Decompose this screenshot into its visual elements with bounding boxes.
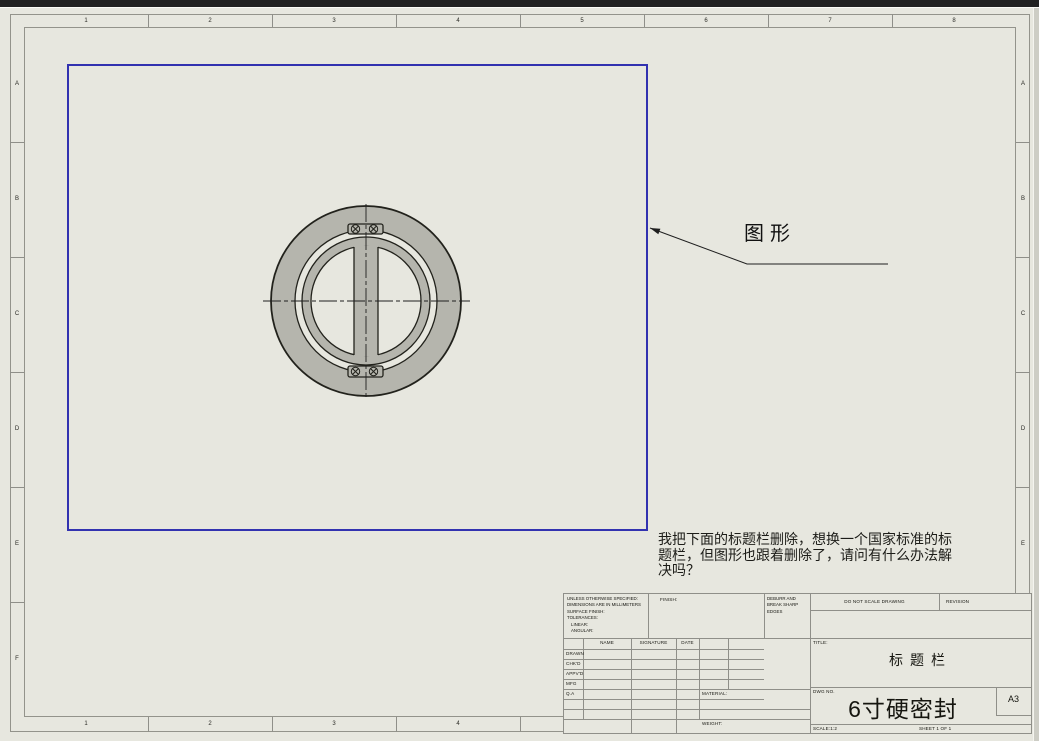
material-label: MATERIAL: — [702, 691, 728, 696]
zone-tick — [520, 14, 521, 27]
question-note[interactable]: 我把下面的标题栏删除，想换一个国家标准的标 题栏，但图形也跟着删除了，请问有什么… — [658, 531, 952, 579]
title-value[interactable]: 标题栏 — [810, 650, 1031, 670]
deburr-note: DEBURR AND BREAK SHARP EDGES — [767, 596, 799, 614]
table-header-signature: SIGNATURE — [639, 640, 668, 645]
zone-label-right-a: A — [1020, 81, 1026, 87]
zone-label-top-3: 3 — [332, 18, 336, 24]
zone-label-top-2: 2 — [208, 18, 212, 24]
zone-tick — [272, 14, 273, 27]
zone-label-right-b: B — [1020, 196, 1026, 202]
zone-label-top-4: 4 — [456, 18, 460, 24]
zone-tick — [10, 257, 24, 258]
table-row-drawn: DRAWN — [566, 651, 584, 656]
window-right-edge — [1034, 8, 1039, 741]
part-drawing-svg — [263, 204, 470, 399]
sheet-label: SHEET 1 OF 1 — [919, 726, 952, 731]
zone-label-left-e: E — [14, 541, 20, 547]
zone-label-right-c: C — [1020, 311, 1026, 317]
zone-tick — [768, 14, 769, 27]
zone-label-top-8: 8 — [952, 18, 956, 24]
zone-label-left-b: B — [14, 196, 20, 202]
zone-label-top-1: 1 — [84, 18, 88, 24]
cad-drawing-sheet: { "colors": { "paper": "#e7e7df", "part_… — [0, 0, 1039, 741]
zone-label-bottom-3: 3 — [332, 721, 336, 727]
finish-label: FINISH: — [660, 597, 678, 602]
zone-tick — [1016, 487, 1030, 488]
do-not-scale-label: DO NOT SCALE DRAWING — [844, 599, 905, 604]
zone-tick — [396, 717, 397, 732]
question-note-line: 我把下面的标题栏删除，想换一个国家标准的标 — [658, 531, 952, 547]
question-note-line: 题栏，但图形也跟着删除了，请问有什么办法解 — [658, 546, 952, 563]
table-row-mfg: MFG — [566, 681, 577, 686]
zone-label-left-f: F — [15, 656, 19, 662]
dwg-no-value[interactable]: 6寸硬密封 — [810, 690, 996, 724]
zone-label-left-a: A — [14, 81, 20, 87]
zone-tick — [10, 372, 24, 373]
zone-label-top-5: 5 — [580, 18, 584, 24]
table-header-date: DATE — [681, 640, 694, 645]
view-annotation-label[interactable]: 图形 — [744, 217, 796, 246]
zone-tick — [148, 717, 149, 732]
title-block: UNLESS OTHERWISE SPECIFIED: DIMENSIONS A… — [563, 593, 1032, 734]
title-label: TITLE: — [813, 640, 828, 645]
zone-label-left-c: C — [14, 311, 20, 317]
tolerance-note: UNLESS OTHERWISE SPECIFIED: DIMENSIONS A… — [567, 596, 641, 634]
zone-tick — [10, 142, 24, 143]
revision-label: REVISION — [946, 599, 970, 604]
zone-label-bottom-4: 4 — [456, 721, 460, 727]
sheet-size-value: A3 — [1007, 694, 1019, 704]
zone-label-top-6: 6 — [704, 18, 708, 24]
zone-label-left-d: D — [14, 426, 20, 432]
zone-tick — [1016, 372, 1030, 373]
zone-tick — [272, 717, 273, 732]
window-top-edge — [0, 0, 1039, 7]
zone-label-bottom-2: 2 — [208, 721, 212, 727]
zone-tick — [10, 602, 24, 603]
zone-label-bottom-1: 1 — [84, 721, 88, 727]
zone-tick — [520, 717, 521, 732]
part-drawing-view[interactable] — [250, 190, 490, 420]
zone-tick — [892, 14, 893, 27]
zone-label-right-d: D — [1020, 426, 1026, 432]
zone-label-top-7: 7 — [828, 18, 832, 24]
weight-label: WEIGHT: — [702, 721, 723, 726]
zone-tick — [1016, 257, 1030, 258]
table-row-qa: Q.A — [566, 691, 575, 696]
zone-tick — [148, 14, 149, 27]
table-header-name: NAME — [600, 640, 614, 645]
scale-label: SCALE:1:2 — [813, 726, 838, 731]
table-row-appvd: APPV'D — [566, 671, 584, 676]
question-note-line: 决吗？ — [658, 562, 700, 579]
zone-tick — [1016, 142, 1030, 143]
table-row-chkd: CHK'D — [566, 661, 581, 666]
zone-tick — [644, 14, 645, 27]
window-top-highlight — [0, 7, 1039, 8]
zone-tick — [396, 14, 397, 27]
zone-label-right-e: E — [1020, 541, 1026, 547]
zone-tick — [10, 487, 24, 488]
